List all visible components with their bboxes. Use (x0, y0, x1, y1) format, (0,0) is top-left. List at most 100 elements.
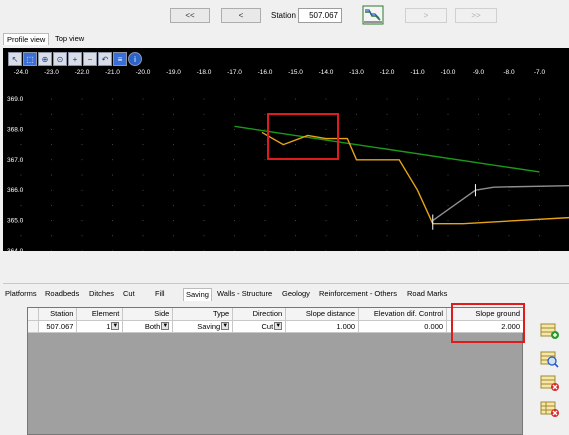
grid-dot (173, 144, 174, 146)
grid-dot (539, 174, 540, 176)
grid-dot (417, 144, 418, 146)
grid-dot (447, 220, 449, 222)
grid-dot (386, 189, 388, 191)
last-station-button[interactable]: >> (455, 8, 497, 23)
column-header-direction[interactable]: Direction (232, 308, 287, 321)
grid-dot (173, 235, 174, 237)
column-header-slope-distance[interactable]: Slope distance (285, 308, 360, 321)
tab-profile-view[interactable]: Profile view (3, 33, 50, 45)
table-row[interactable]: 507.067 1 ▼ Both ▼ Saving ▼ Cut ▼ 1.000 0.00… (28, 320, 524, 333)
grid-dot (264, 113, 266, 115)
saving-grid: Station Element Side Type Direction Slop… (27, 307, 524, 435)
chevron-down-icon[interactable]: ▼ (161, 322, 170, 330)
grid-dot (508, 174, 510, 176)
grid-dot (539, 250, 540, 251)
zoom-previous-icon[interactable]: ↶ (98, 52, 112, 66)
grid-dot (478, 204, 479, 206)
side-cell[interactable]: Both ▼ (122, 320, 174, 333)
grid-dot (264, 235, 266, 237)
slope-distance-cell[interactable]: 1.000 (285, 320, 360, 333)
grid-dot (203, 128, 205, 130)
highlight-box-profile (267, 113, 339, 160)
station-input[interactable]: 507.067 (298, 8, 342, 23)
grid-dot (51, 204, 52, 206)
grid-dot (264, 128, 266, 130)
tab-walls-structure[interactable]: Walls - Structure (215, 288, 274, 300)
grid-dot (234, 159, 235, 161)
zoom-extents-icon[interactable]: ⊙ (53, 52, 67, 66)
grid-dot (173, 128, 174, 130)
tab-saving[interactable]: Saving (183, 288, 212, 301)
grid-dot (356, 220, 357, 222)
column-header-side[interactable]: Side (122, 308, 174, 321)
column-header-type[interactable]: Type (172, 308, 234, 321)
grid-dot (81, 159, 83, 161)
layers-icon[interactable]: ≡ (113, 52, 127, 66)
grid-dot (295, 98, 296, 100)
grid-dot (173, 174, 174, 176)
grid-dot (51, 174, 52, 176)
tab-ditches[interactable]: Ditches (87, 288, 116, 300)
grid-dot (325, 220, 327, 222)
column-header-element[interactable]: Element (76, 308, 124, 321)
pointer-icon[interactable]: ↖ (8, 52, 22, 66)
zoom-in-icon[interactable]: + (68, 52, 82, 66)
grid-dot (356, 235, 357, 237)
delete-row-icon[interactable] (540, 374, 560, 392)
grid-dot (417, 113, 418, 115)
tab-reinforcement-others[interactable]: Reinforcement - Others (317, 288, 399, 300)
column-header-station[interactable]: Station (38, 308, 78, 321)
grid-dot (539, 189, 540, 191)
delete-all-icon[interactable] (540, 400, 560, 418)
tab-road-marks[interactable]: Road Marks (405, 288, 449, 300)
type-cell[interactable]: Saving ▼ (172, 320, 234, 333)
y-tick-label: 366.0 (7, 187, 24, 194)
info-icon[interactable]: i (128, 52, 142, 66)
grid-dot (234, 98, 235, 100)
grid-dot (539, 159, 540, 161)
grid-dot (51, 250, 52, 251)
grid-dot (81, 98, 83, 100)
select-icon[interactable]: ⬚ (23, 52, 37, 66)
grid-dot (447, 113, 449, 115)
grid-dot (20, 235, 22, 237)
go-to-station-icon[interactable] (362, 5, 384, 25)
chevron-down-icon[interactable]: ▼ (111, 322, 120, 330)
grid-dot (417, 159, 418, 161)
previous-station-button[interactable]: < (221, 8, 261, 23)
tab-fill[interactable]: Fill (153, 288, 167, 300)
elevation-dif-cell[interactable]: 0.000 (358, 320, 448, 333)
row-header-corner (28, 308, 40, 321)
grid-dot (173, 220, 174, 222)
grid-dot (51, 220, 52, 222)
zoom-window-icon[interactable]: ⊕ (38, 52, 52, 66)
column-header-elevation-dif-control[interactable]: Elevation dif. Control (358, 308, 448, 321)
grid-dot (386, 128, 388, 130)
grid-dot (234, 220, 235, 222)
grid-dot (386, 220, 388, 222)
grid-dot (142, 98, 144, 100)
zoom-out-icon[interactable]: − (83, 52, 97, 66)
station-cell[interactable]: 507.067 (38, 320, 78, 333)
tab-platforms[interactable]: Platforms (3, 288, 39, 300)
element-cell[interactable]: 1 ▼ (76, 320, 124, 333)
search-row-icon[interactable] (540, 350, 560, 368)
x-tick-label: -14.0 (319, 69, 334, 76)
tab-top-view[interactable]: Top view (52, 33, 87, 45)
first-station-button[interactable]: << (170, 8, 210, 23)
grid-dot (234, 250, 235, 251)
grid-dot (81, 144, 83, 146)
row-header[interactable] (28, 320, 40, 333)
chevron-down-icon[interactable]: ▼ (221, 322, 230, 330)
tab-roadbeds[interactable]: Roadbeds (43, 288, 81, 300)
direction-cell[interactable]: Cut ▼ (232, 320, 287, 333)
tab-cut[interactable]: Cut (121, 288, 137, 300)
add-row-icon[interactable] (540, 322, 560, 340)
grid-dot (478, 128, 479, 130)
grid-dot (203, 250, 205, 251)
next-station-button[interactable]: > (405, 8, 447, 23)
grid-dot (51, 144, 52, 146)
tab-geology[interactable]: Geology (280, 288, 312, 300)
chevron-down-icon[interactable]: ▼ (274, 322, 283, 330)
grid-dot (81, 204, 83, 206)
